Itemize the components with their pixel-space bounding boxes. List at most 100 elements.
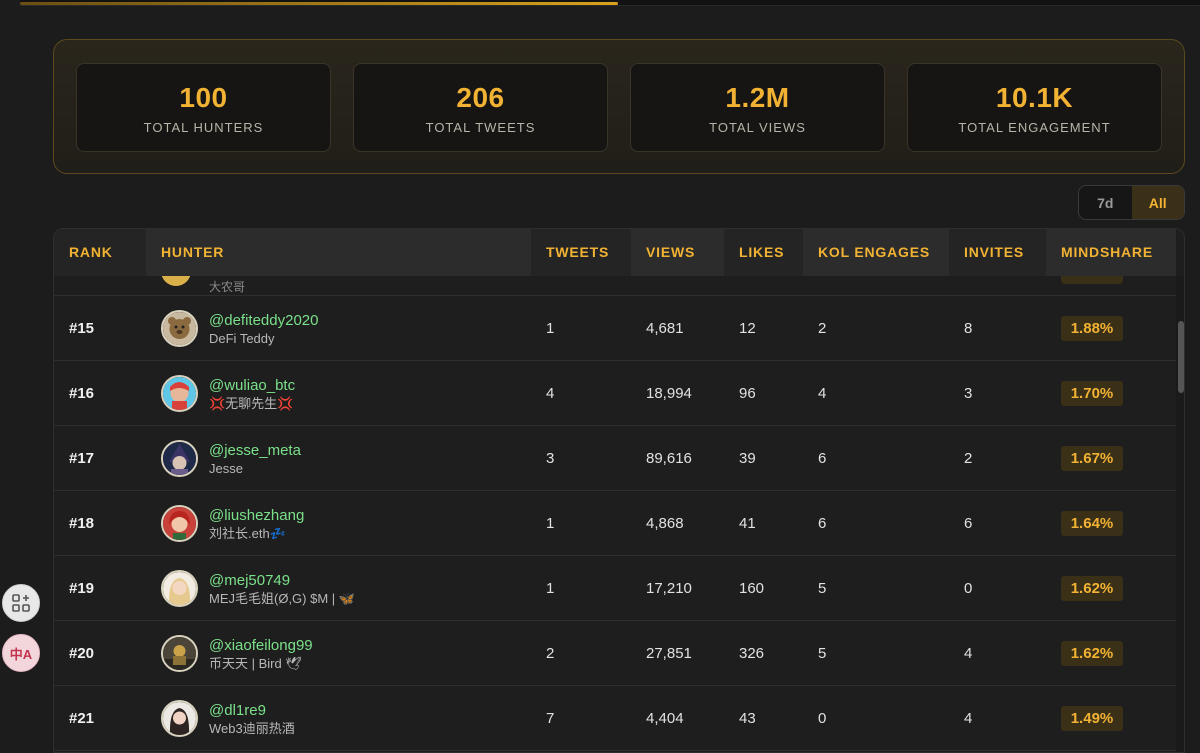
rank-cell: #18	[69, 515, 95, 532]
views-cell: 4,404	[646, 710, 684, 727]
header-rank[interactable]: RANK	[54, 229, 146, 276]
header-kol-engages[interactable]: KOL ENGAGES	[803, 229, 949, 276]
likes-cell: 160	[739, 580, 765, 597]
mindshare-badge: 1.49%	[1061, 706, 1123, 731]
stats-panel: 100 TOTAL HUNTERS 206 TOTAL TWEETS 1.2M …	[53, 39, 1185, 174]
likes-cell: 43	[739, 710, 756, 727]
avatar	[161, 375, 198, 412]
table-row[interactable]: #15 @defiteddy2020 DeFi Teddy 1 4,681 12…	[54, 296, 1176, 361]
rank-cell: #20	[69, 645, 95, 662]
avatar	[161, 570, 198, 607]
stat-label: TOTAL TWEETS	[425, 120, 536, 135]
stat-card-engagement: 10.1K TOTAL ENGAGEMENT	[907, 63, 1162, 152]
tweets-cell: 4	[546, 385, 555, 402]
rank-cell: #17	[69, 450, 95, 467]
table-row[interactable]: #17 @jesse_meta Jesse 3 89,616 39 6 2 1.…	[54, 426, 1176, 491]
likes-cell: 326	[739, 645, 765, 662]
display-name: Jesse	[209, 461, 243, 476]
views-cell: 89,616	[646, 450, 692, 467]
invites-cell: 8	[964, 320, 973, 337]
header-likes[interactable]: LIKES	[724, 229, 803, 276]
kol-engages-cell: 0	[818, 710, 827, 727]
header-tweets[interactable]: TWEETS	[531, 229, 631, 276]
hunter-handle-link[interactable]: @mej50749	[209, 572, 290, 590]
mindshare-badge: 1.88%	[1061, 316, 1123, 341]
kol-engages-cell: 6	[818, 450, 827, 467]
table-row-partial[interactable]: 大农哥	[54, 276, 1176, 296]
top-progress-fill	[20, 2, 618, 5]
display-name: 💢无聊先生💢	[209, 396, 294, 411]
avatar	[161, 276, 191, 286]
hunter-handle-link[interactable]: @xiaofeilong99	[209, 637, 313, 655]
avatar	[161, 505, 198, 542]
invites-cell: 6	[964, 515, 973, 532]
hunter-handle-link[interactable]: @defiteddy2020	[209, 312, 318, 330]
grid-plus-glyph	[12, 594, 30, 612]
hunter-handle-link[interactable]: @jesse_meta	[209, 442, 301, 460]
range-all-button[interactable]: All	[1131, 186, 1184, 219]
kol-engages-cell: 6	[818, 515, 827, 532]
top-progress-bar	[20, 0, 1200, 6]
invites-cell: 3	[964, 385, 973, 402]
stat-label: TOTAL ENGAGEMENT	[958, 120, 1111, 135]
mindshare-badge: 1.70%	[1061, 381, 1123, 406]
views-cell: 4,681	[646, 320, 684, 337]
header-views[interactable]: VIEWS	[631, 229, 724, 276]
range-7d-button[interactable]: 7d	[1079, 186, 1132, 219]
views-cell: 17,210	[646, 580, 692, 597]
mindshare-badge: 1.64%	[1061, 511, 1123, 536]
header-mindshare[interactable]: MINDSHARE	[1046, 229, 1176, 276]
tweets-cell: 7	[546, 710, 555, 727]
hunter-handle-link[interactable]: @liushezhang	[209, 507, 304, 525]
header-invites[interactable]: INVITES	[949, 229, 1046, 276]
likes-cell: 12	[739, 320, 756, 337]
likes-cell: 41	[739, 515, 756, 532]
leaderboard-table: RANK HUNTER TWEETS VIEWS LIKES KOL ENGAG…	[53, 228, 1185, 753]
tweets-cell: 2	[546, 645, 555, 662]
table-header: RANK HUNTER TWEETS VIEWS LIKES KOL ENGAG…	[54, 229, 1176, 276]
display-name: 刘社长.eth💤	[209, 526, 286, 541]
likes-cell: 96	[739, 385, 756, 402]
translate-glyph: 中A	[9, 646, 33, 662]
header-hunter[interactable]: HUNTER	[146, 229, 531, 276]
views-cell: 18,994	[646, 385, 692, 402]
stat-value: 100	[179, 82, 228, 113]
table-row[interactable]: #21 @dl1re9 Web3迪丽热酒 7 4,404 43 0 4 1.49…	[54, 686, 1176, 751]
stat-label: TOTAL VIEWS	[709, 120, 806, 135]
avatar	[161, 635, 198, 672]
stat-card-views: 1.2M TOTAL VIEWS	[630, 63, 885, 152]
translate-icon[interactable]: 中A	[2, 634, 40, 672]
invites-cell: 0	[964, 580, 973, 597]
avatar	[161, 310, 198, 347]
views-cell: 27,851	[646, 645, 692, 662]
avatar	[161, 440, 198, 477]
tweets-cell: 3	[546, 450, 555, 467]
kol-engages-cell: 4	[818, 385, 827, 402]
table-scrollbar-thumb[interactable]	[1178, 321, 1184, 393]
invites-cell: 4	[964, 645, 973, 662]
display-name: 大农哥	[209, 280, 246, 294]
table-row[interactable]: #19 @mej50749 MEJ毛毛姐(Ø,G) $M | 🦋 1 17,21…	[54, 556, 1176, 621]
table-row[interactable]: #18 @liushezhang 刘社长.eth💤 1 4,868 41 6 6…	[54, 491, 1176, 556]
display-name: DeFi Teddy	[209, 331, 275, 346]
mindshare-badge: 1.62%	[1061, 641, 1123, 666]
invites-cell: 4	[964, 710, 973, 727]
table-row[interactable]: #16 @wuliao_btc 💢无聊先生💢 4 18,994 96 4 3 1…	[54, 361, 1176, 426]
grid-plus-icon[interactable]	[2, 584, 40, 622]
tweets-cell: 1	[546, 580, 555, 597]
stat-value: 10.1K	[995, 82, 1074, 113]
stat-value: 1.2M	[725, 82, 790, 113]
stat-card-tweets: 206 TOTAL TWEETS	[353, 63, 608, 152]
rank-cell: #19	[69, 580, 95, 597]
kol-engages-cell: 5	[818, 580, 827, 597]
tweets-cell: 1	[546, 320, 555, 337]
mindshare-badge: 1.67%	[1061, 446, 1123, 471]
time-range-toggle: 7d All	[1078, 185, 1185, 220]
page: 100 TOTAL HUNTERS 206 TOTAL TWEETS 1.2M …	[0, 0, 1200, 753]
table-row[interactable]: #20 @xiaofeilong99 币天天 | Bird 🕊 2 27,851…	[54, 621, 1176, 686]
hunter-handle-link[interactable]: @dl1re9	[209, 702, 266, 720]
hunter-handle-link[interactable]: @wuliao_btc	[209, 377, 295, 395]
rank-cell: #16	[69, 385, 95, 402]
kol-engages-cell: 2	[818, 320, 827, 337]
rank-cell: #15	[69, 320, 95, 337]
